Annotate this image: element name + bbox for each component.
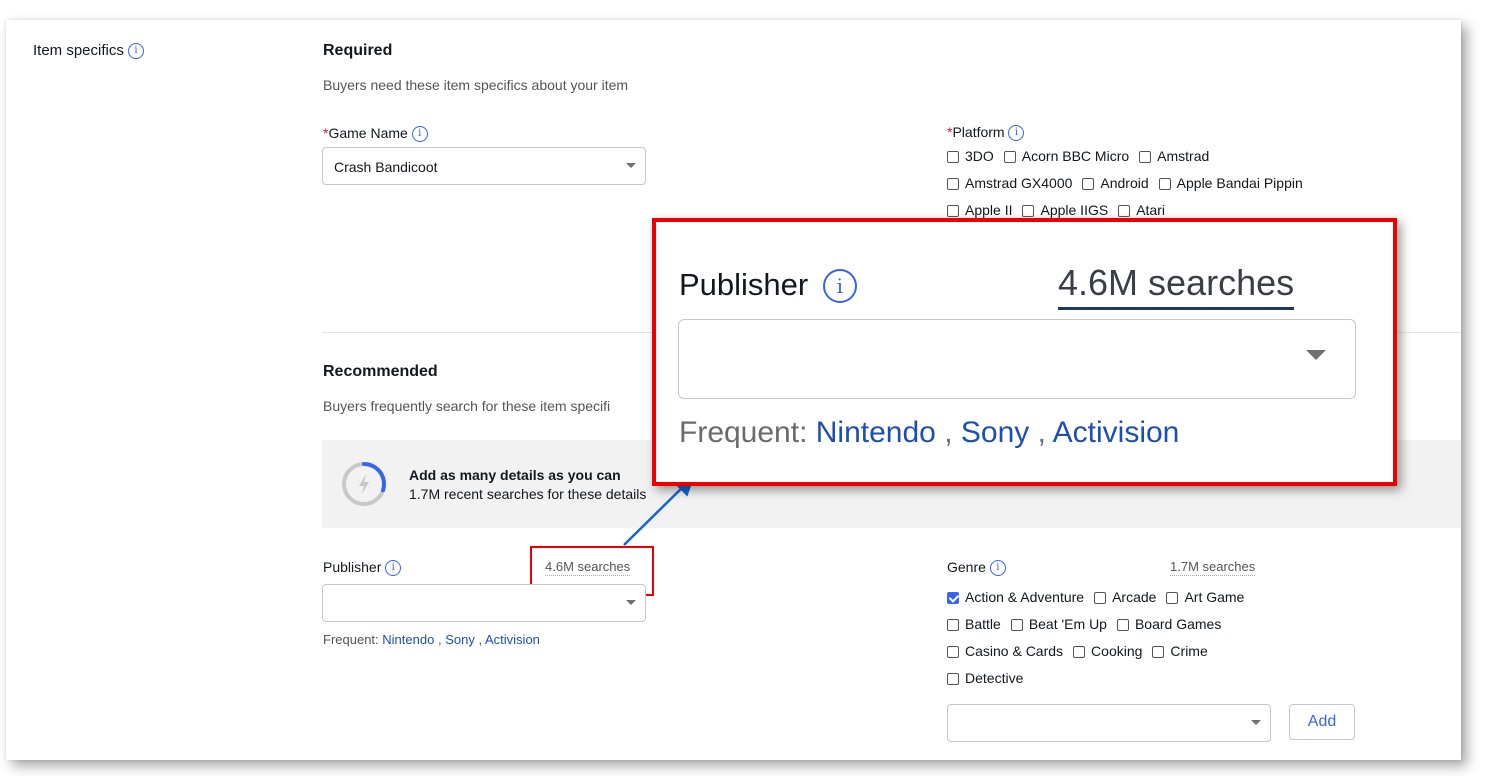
frequent-link-nintendo[interactable]: Nintendo — [816, 416, 936, 449]
chevron-down-icon — [1306, 350, 1326, 360]
zoom-frequent: Frequent: Nintendo , Sony , Activision — [679, 416, 1180, 449]
zoom-publisher-label: Publisher i — [679, 267, 857, 303]
zoom-callout: Publisher i 4.6M searches Frequent: Nint… — [652, 218, 1397, 486]
frequent-link-sony[interactable]: Sony — [961, 416, 1029, 449]
info-icon[interactable]: i — [822, 269, 857, 303]
zoom-search-count: 4.6M searches — [1058, 262, 1295, 310]
frequent-link-activision[interactable]: Activision — [1053, 416, 1180, 449]
zoom-publisher-select[interactable] — [678, 319, 1356, 399]
